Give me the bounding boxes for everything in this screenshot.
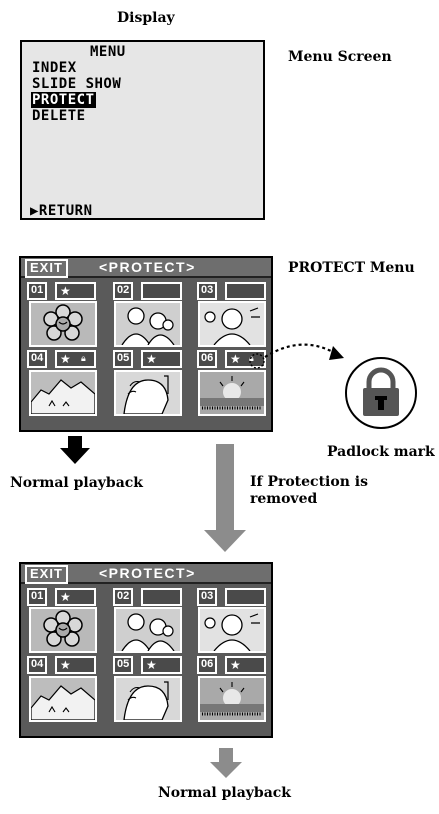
if-protection-label-line2: removed: [250, 491, 318, 507]
protect-title-2: <PROTECT>: [99, 565, 196, 581]
thumbnail-girl[interactable]: [198, 607, 266, 653]
image-number-06: 06: [197, 656, 218, 674]
exit-button-2[interactable]: EXIT: [25, 565, 68, 584]
thumbnail-flower[interactable]: [29, 607, 97, 653]
padlock-mark-label: Padlock mark: [327, 444, 435, 460]
status-bar-02: [141, 588, 182, 606]
protect-star-icon-05: ★: [146, 658, 157, 672]
protect-star-icon-04: ★: [60, 658, 71, 672]
protect-header-2: EXIT <PROTECT>: [21, 564, 271, 584]
image-number-04: 04: [27, 656, 48, 674]
image-number-05: 05: [113, 656, 134, 674]
protect-screen-without-protection: EXIT <PROTECT> 01 ★ 02 03 04 ★ 05 ★ 06 ★: [19, 562, 273, 738]
thumbnail-sunset[interactable]: [198, 676, 266, 722]
if-protection-label-line1: If Protection is: [250, 474, 368, 490]
gray-down-arrow-small-icon: [210, 748, 242, 778]
protect-star-icon-01: ★: [60, 590, 71, 604]
black-down-arrow-icon: [60, 436, 90, 464]
gray-down-arrow-icon: [204, 444, 246, 552]
normal-playback-label-left: Normal playback: [10, 475, 143, 491]
status-bar-03: [225, 588, 266, 606]
image-number-03: 03: [197, 588, 218, 606]
protect-star-icon-06: ★: [230, 658, 241, 672]
normal-playback-label-bottom: Normal playback: [158, 785, 291, 801]
thumbnail-couple[interactable]: [114, 607, 182, 653]
thumbnail-mountain[interactable]: [29, 676, 97, 722]
image-number-02: 02: [113, 588, 134, 606]
padlock-mark-icon: [344, 356, 418, 430]
thumbnail-woman-phone[interactable]: [114, 676, 182, 722]
image-number-01: 01: [27, 588, 48, 606]
